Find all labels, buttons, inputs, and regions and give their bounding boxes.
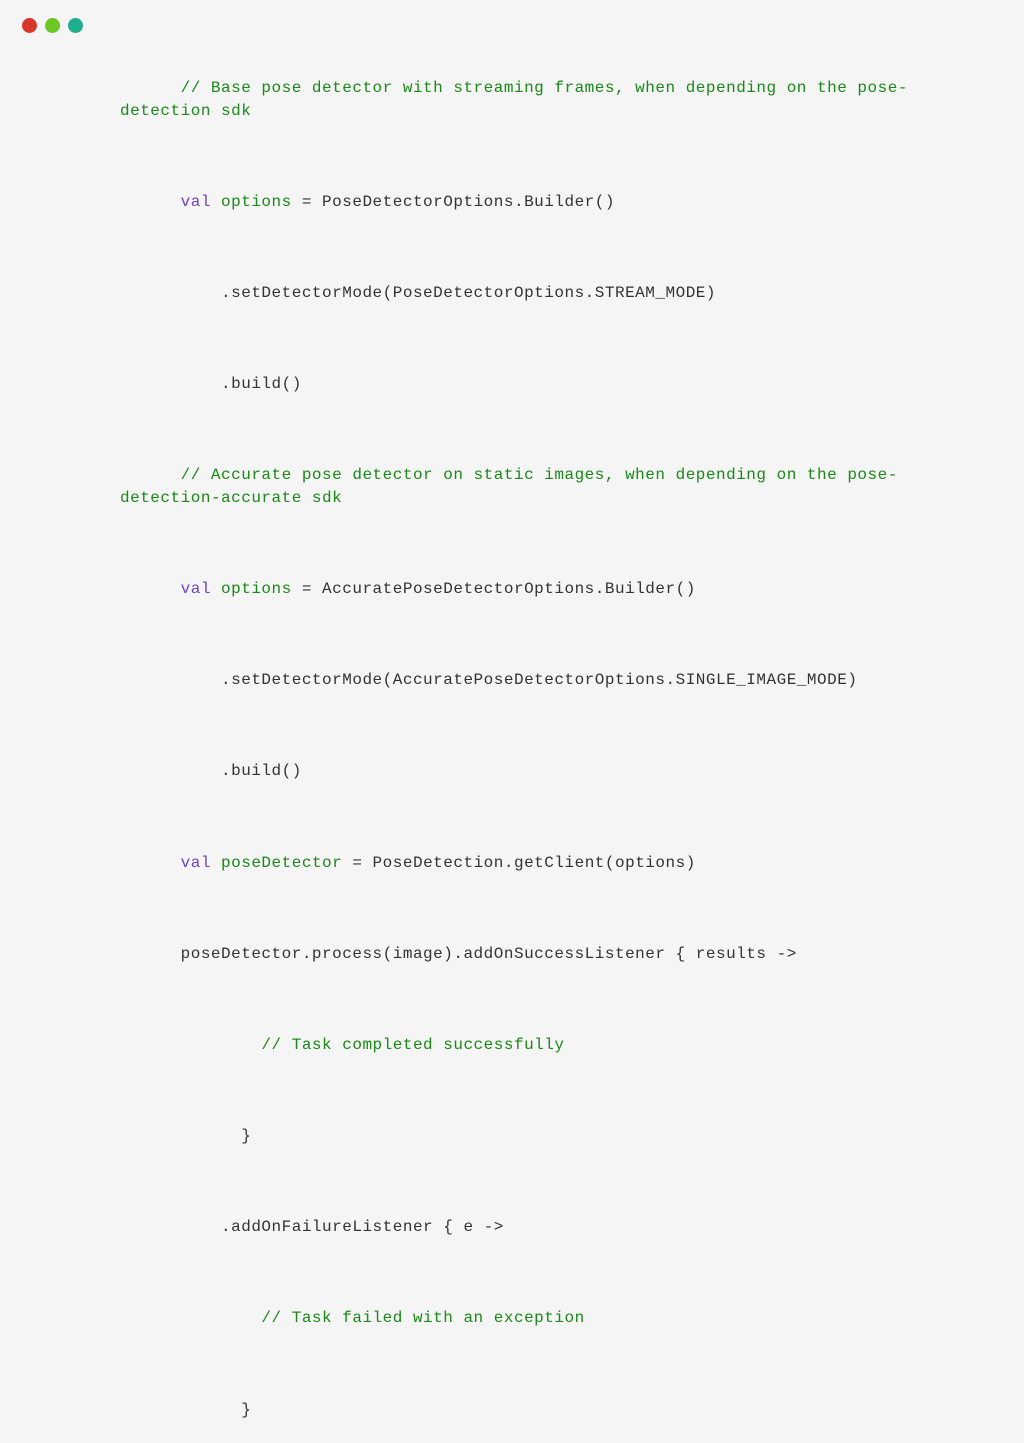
- code-comment-line: // Accurate pose detector on static imag…: [120, 442, 984, 532]
- code-text: = AccuratePoseDetectorOptions.Builder(): [292, 580, 696, 598]
- code-text: .setDetectorMode(AccuratePoseDetectorOpt…: [181, 671, 858, 689]
- code-comment: // Base pose detector with streaming fra…: [181, 79, 858, 97]
- code-keyword: val: [181, 854, 211, 872]
- code-line: val options = AccuratePoseDetectorOption…: [120, 556, 984, 623]
- code-window: // Base pose detector with streaming fra…: [0, 0, 1024, 775]
- code-comment: // Accurate pose detector on static imag…: [181, 466, 848, 484]
- code-variable: options: [211, 193, 292, 211]
- minimize-window-button[interactable]: [45, 18, 60, 33]
- code-comment-line: // Base pose detector with streaming fra…: [120, 55, 984, 145]
- code-variable: options: [211, 580, 292, 598]
- code-line: val options = PoseDetectorOptions.Builde…: [120, 169, 984, 236]
- code-text: = PoseDetection.getClient(options): [342, 854, 696, 872]
- code-line: val poseDetector = PoseDetection.getClie…: [120, 829, 984, 896]
- code-comment: // Task failed with an exception: [181, 1309, 585, 1327]
- code-comment-line: // Task completed successfully: [120, 1012, 984, 1079]
- code-text: }: [181, 1401, 252, 1419]
- maximize-window-button[interactable]: [68, 18, 83, 33]
- code-text: .addOnFailureListener { e ->: [181, 1218, 504, 1236]
- code-line: poseDetector.process(image).addOnSuccess…: [120, 920, 984, 987]
- code-keyword: val: [181, 580, 211, 598]
- code-text: .build(): [181, 762, 302, 780]
- code-comment-line: // Task failed with an exception: [120, 1285, 984, 1352]
- code-line: }: [120, 1103, 984, 1170]
- code-variable: poseDetector: [211, 854, 342, 872]
- code-line: }: [120, 1376, 984, 1443]
- code-text: .setDetectorMode(PoseDetectorOptions.STR…: [181, 284, 716, 302]
- code-line: .setDetectorMode(PoseDetectorOptions.STR…: [120, 260, 984, 327]
- code-line: .setDetectorMode(AccuratePoseDetectorOpt…: [120, 647, 984, 714]
- window-controls: [0, 18, 1024, 33]
- code-line: .build(): [120, 351, 984, 418]
- code-line: .addOnFailureListener { e ->: [120, 1194, 984, 1261]
- code-editor: // Base pose detector with streaming fra…: [0, 55, 1024, 1443]
- close-window-button[interactable]: [22, 18, 37, 33]
- code-text: .build(): [181, 375, 302, 393]
- code-text: poseDetector.process(image).addOnSuccess…: [181, 945, 797, 963]
- code-line: .build(): [120, 738, 984, 805]
- code-text: }: [181, 1127, 252, 1145]
- code-text: = PoseDetectorOptions.Builder(): [292, 193, 615, 211]
- code-comment: // Task completed successfully: [181, 1036, 565, 1054]
- code-keyword: val: [181, 193, 211, 211]
